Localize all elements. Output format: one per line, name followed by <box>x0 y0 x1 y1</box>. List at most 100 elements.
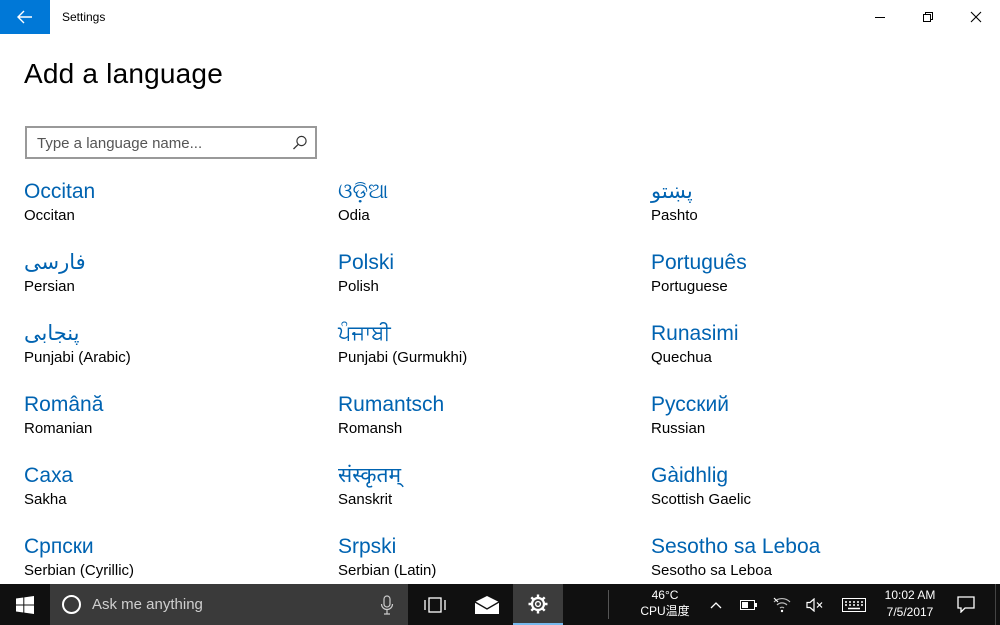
language-english-name: Sanskrit <box>338 491 393 508</box>
taskbar-separator <box>608 590 609 619</box>
restore-icon <box>923 12 933 22</box>
gear-icon <box>528 594 548 613</box>
app-title: Settings <box>62 10 106 24</box>
language-english-name: Occitan <box>24 207 75 224</box>
language-native-name: ଓଡ଼ିଆ <box>338 180 389 203</box>
language-english-name: Romanian <box>24 420 93 437</box>
language-item[interactable]: Русский Russian <box>651 391 951 453</box>
language-native-name: Srpski <box>338 535 397 558</box>
taskbar: Ask me anything 46°C CPU温度 10:02 AM 7/5/… <box>0 584 1000 625</box>
language-item[interactable]: فارسی Persian <box>24 249 324 311</box>
back-arrow-icon <box>17 10 32 24</box>
language-english-name: Portuguese <box>651 278 728 295</box>
language-english-name: Scottish Gaelic <box>651 491 752 508</box>
clock-date: 7/5/2017 <box>886 605 934 619</box>
language-english-name: Serbian (Cyrillic) <box>24 562 135 579</box>
back-button[interactable] <box>0 0 50 34</box>
task-view-button[interactable] <box>410 584 460 625</box>
language-english-name: Odia <box>338 207 370 224</box>
title-bar: Settings <box>0 0 1000 34</box>
network-button[interactable] <box>766 584 798 625</box>
language-english-name: Polish <box>338 278 379 295</box>
taskbar-search-placeholder: Ask me anything <box>92 596 203 613</box>
language-item[interactable]: Polski Polish <box>338 249 638 311</box>
language-native-name: پنجابی <box>24 322 80 345</box>
keyboard-icon <box>842 597 866 612</box>
language-english-name: Sakha <box>24 491 67 508</box>
language-item[interactable]: Саха Sakha <box>24 462 324 524</box>
language-native-name: فارسی <box>24 251 86 274</box>
language-english-name: Punjabi (Gurmukhi) <box>338 349 468 366</box>
close-button[interactable] <box>952 0 1000 34</box>
language-item[interactable]: Srpski Serbian (Latin) <box>338 533 638 583</box>
notification-icon <box>957 596 975 613</box>
microphone-icon[interactable] <box>380 594 394 616</box>
language-item[interactable]: پنجابی Punjabi (Arabic) <box>24 320 324 382</box>
language-native-name: Occitan <box>24 180 96 203</box>
clock-time: 10:02 AM <box>884 588 936 602</box>
volume-button[interactable] <box>799 584 831 625</box>
language-native-name: Română <box>24 393 104 416</box>
mail-app-button[interactable] <box>462 584 512 625</box>
chevron-up-icon <box>710 601 722 608</box>
language-item[interactable]: Gàidhlig Scottish Gaelic <box>651 462 951 524</box>
start-button[interactable] <box>0 584 50 625</box>
minimize-icon <box>875 17 885 18</box>
language-english-name: Sesotho sa Leboa <box>651 562 772 579</box>
show-hidden-icons-button[interactable] <box>700 584 732 625</box>
language-native-name: Rumantsch <box>338 393 445 416</box>
close-icon <box>970 11 982 23</box>
battery-button[interactable] <box>733 584 765 625</box>
language-item[interactable]: پښتو Pashto <box>651 178 951 240</box>
clock[interactable]: 10:02 AM 7/5/2017 <box>874 587 946 621</box>
language-english-name: Russian <box>651 420 706 437</box>
volume-muted-icon <box>806 597 823 612</box>
language-list: Occitan Occitan ଓଡ଼ିଆ Odia پښتو Pashto ف… <box>24 178 984 583</box>
language-native-name: Gàidhlig <box>651 464 729 487</box>
language-item[interactable]: Runasimi Quechua <box>651 320 951 382</box>
language-native-name: Polski <box>338 251 395 274</box>
taskbar-search-box[interactable]: Ask me anything <box>50 584 408 625</box>
language-native-name: Sesotho sa Leboa <box>651 535 821 558</box>
language-item[interactable]: ਪੰਜਾਬੀ Punjabi (Gurmukhi) <box>338 320 638 382</box>
language-native-name: Runasimi <box>651 322 739 345</box>
language-search-input[interactable] <box>37 132 287 154</box>
show-desktop-button[interactable] <box>995 584 1000 625</box>
mail-icon <box>474 595 500 614</box>
language-native-name: Português <box>651 251 747 274</box>
touch-keyboard-button[interactable] <box>836 584 872 625</box>
language-english-name: Romansh <box>338 420 403 437</box>
settings-app-button[interactable] <box>513 584 563 625</box>
language-item[interactable]: ଓଡ଼ିଆ Odia <box>338 178 638 240</box>
windows-logo-icon <box>16 595 34 614</box>
cortana-icon <box>62 595 81 614</box>
language-english-name: Pashto <box>651 207 698 224</box>
cpu-temperature-widget[interactable]: 46°C CPU温度 <box>624 587 706 619</box>
language-item[interactable]: संस्कृतम् Sanskrit <box>338 462 638 524</box>
task-view-icon <box>424 596 446 613</box>
restore-button[interactable] <box>904 0 952 34</box>
language-item[interactable]: Occitan Occitan <box>24 178 324 240</box>
language-item[interactable]: Sesotho sa Leboa Sesotho sa Leboa <box>651 533 951 583</box>
action-center-button[interactable] <box>948 584 984 625</box>
language-english-name: Quechua <box>651 349 712 366</box>
language-item[interactable]: Rumantsch Romansh <box>338 391 638 453</box>
language-english-name: Serbian (Latin) <box>338 562 437 579</box>
language-native-name: ਪੰਜਾਬੀ <box>338 322 391 345</box>
language-native-name: Саха <box>24 464 74 487</box>
language-native-name: Српски <box>24 535 94 558</box>
minimize-button[interactable] <box>856 0 904 34</box>
search-icon[interactable] <box>291 134 309 152</box>
wifi-disconnected-icon <box>773 597 791 612</box>
language-item[interactable]: Português Portuguese <box>651 249 951 311</box>
page-title: Add a language <box>24 58 223 89</box>
language-search-box[interactable] <box>25 126 317 159</box>
language-native-name: پښتو <box>651 180 693 203</box>
language-item[interactable]: Српски Serbian (Cyrillic) <box>24 533 324 583</box>
cpu-label: CPU温度 <box>640 604 690 618</box>
language-item[interactable]: Română Romanian <box>24 391 324 453</box>
language-english-name: Persian <box>24 278 75 295</box>
language-native-name: Русский <box>651 393 729 416</box>
language-english-name: Punjabi (Arabic) <box>24 349 131 366</box>
language-native-name: संस्कृतम् <box>338 464 402 487</box>
